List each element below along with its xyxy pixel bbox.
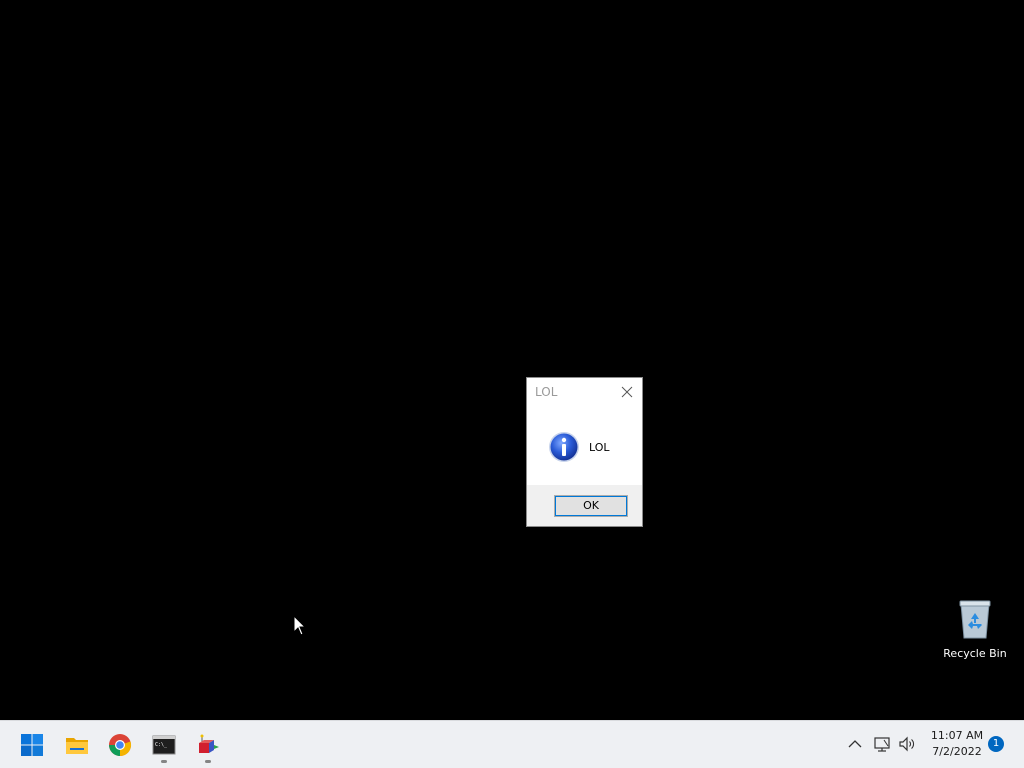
taskbar-command-prompt[interactable]: C:\_ xyxy=(146,727,182,763)
info-icon xyxy=(549,432,579,462)
clock-time: 11:07 AM xyxy=(930,729,984,742)
notification-badge[interactable]: 1 xyxy=(988,736,1004,752)
taskbar: C:\_ 11:07 AM 7/2/2022 1 xyxy=(0,720,1024,768)
folder-icon xyxy=(66,738,88,754)
taskbar-clock[interactable]: 11:07 AM 7/2/2022 xyxy=(925,728,989,760)
recycle-bin-icon xyxy=(959,600,991,639)
taskbar-chrome[interactable] xyxy=(102,727,138,763)
clock-date: 7/2/2022 xyxy=(932,745,982,758)
recycle-bin-shortcut[interactable]: Recycle Bin xyxy=(940,595,1010,665)
dialog-titlebar[interactable]: LOL xyxy=(527,378,642,408)
chrome-icon xyxy=(109,734,132,757)
dialog-title: LOL xyxy=(535,385,558,399)
message-box-dialog: LOL LOL OK xyxy=(526,377,643,527)
dialog-message: LOL xyxy=(589,441,610,454)
terminal-icon: C:\_ xyxy=(152,735,176,755)
ok-button[interactable]: OK xyxy=(554,495,628,517)
taskbar-3d-app[interactable] xyxy=(190,727,226,763)
dialog-content: LOL xyxy=(527,408,642,486)
start-button[interactable] xyxy=(14,727,50,763)
windows-logo-icon xyxy=(21,734,43,756)
close-icon xyxy=(621,386,633,398)
running-indicator xyxy=(161,760,167,763)
network-icon[interactable] xyxy=(872,734,892,754)
svg-text:C:\_: C:\_ xyxy=(155,742,168,748)
close-button[interactable] xyxy=(618,383,636,401)
recycle-bin-label: Recycle Bin xyxy=(943,647,1007,660)
3d-shapes-icon xyxy=(199,734,219,753)
volume-icon[interactable] xyxy=(897,734,917,754)
running-indicator xyxy=(205,760,211,763)
dialog-footer: OK xyxy=(527,485,642,526)
desktop[interactable]: LOL LOL OK Recycle Bin xyxy=(0,0,1024,720)
chevron-up-icon[interactable] xyxy=(845,734,865,754)
taskbar-file-explorer[interactable] xyxy=(59,727,95,763)
mouse-cursor-icon xyxy=(293,615,307,636)
